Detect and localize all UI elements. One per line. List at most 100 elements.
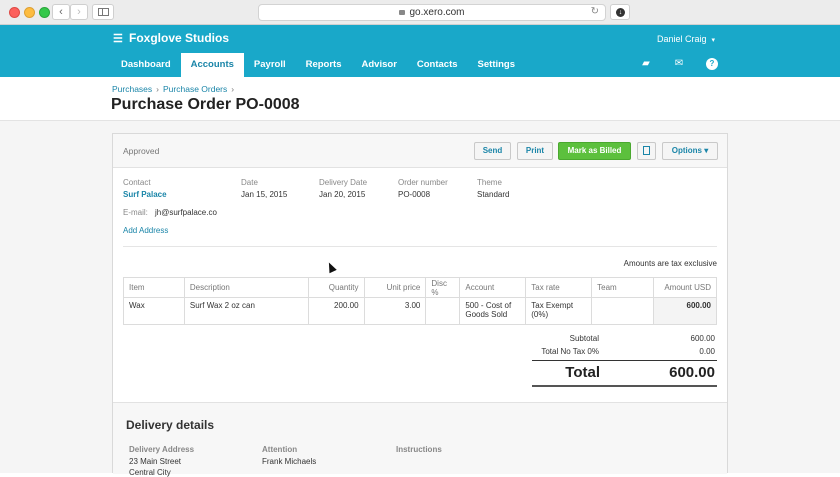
date-label: Date <box>241 178 258 187</box>
folder-icon[interactable]: ▰ <box>640 58 652 70</box>
forward-button[interactable]: › <box>70 4 88 20</box>
totals-divider <box>532 360 717 361</box>
tab-dashboard[interactable]: Dashboard <box>111 53 181 77</box>
delivery-date-value: Jan 20, 2015 <box>319 190 366 199</box>
total-label: Total <box>565 364 600 381</box>
email-value: jh@surfpalace.co <box>155 208 217 217</box>
tax-note: Amounts are tax exclusive <box>623 259 717 268</box>
col-quantity: Quantity <box>307 277 365 298</box>
delivery-address-label: Delivery Address <box>129 445 195 454</box>
cell-amount: 600.00 <box>653 297 717 325</box>
col-description: Description <box>183 277 309 298</box>
attention-value: Frank Michaels <box>262 457 317 466</box>
page-header: Purchases › Purchase Orders › Purchase Orde… <box>0 77 840 121</box>
caret-down-icon: ▾ <box>711 37 716 44</box>
mark-as-billed-button[interactable]: Mark as Billed <box>558 142 631 160</box>
options-button[interactable]: Options ▾ <box>662 142 718 160</box>
main-nav: Dashboard Accounts Payroll Reports Advis… <box>111 53 525 77</box>
cell-description[interactable]: Surf Wax 2 oz can <box>183 297 309 325</box>
cell-account[interactable]: 500 - Cost of Goods Sold <box>459 297 527 325</box>
cell-disc[interactable] <box>425 297 461 325</box>
cell-unit-price[interactable]: 3.00 <box>363 297 427 325</box>
divider <box>123 246 717 247</box>
chevron-right-icon: › <box>77 6 81 18</box>
help-icon[interactable]: ? <box>706 58 718 70</box>
attention-label: Attention <box>262 445 298 454</box>
minimize-window-button[interactable] <box>24 7 35 18</box>
order-number-value: PO-0008 <box>398 190 431 199</box>
mail-icon[interactable]: ✉ <box>673 58 685 70</box>
contact-link[interactable]: Surf Palace <box>123 190 167 199</box>
col-item: Item <box>123 277 185 298</box>
breadcrumb-separator: › <box>231 84 235 94</box>
download-icon: ↓ <box>616 8 625 17</box>
breadcrumb-purchases[interactable]: Purchases <box>112 84 152 94</box>
instructions-label: Instructions <box>396 445 442 454</box>
tab-settings[interactable]: Settings <box>468 53 525 77</box>
total-underline <box>532 385 717 387</box>
add-address-link[interactable]: Add Address <box>123 226 168 235</box>
zoom-window-button[interactable] <box>39 7 50 18</box>
col-amount: Amount USD <box>653 277 717 298</box>
delivery-details-title: Delivery details <box>126 418 215 432</box>
close-window-button[interactable] <box>9 7 20 18</box>
lock-icon <box>399 10 406 15</box>
col-team: Team <box>591 277 655 298</box>
breadcrumb: Purchases › Purchase Orders › <box>112 84 238 94</box>
col-account: Account <box>459 277 527 298</box>
org-switcher[interactable]: ☰ Foxglove Studios <box>113 31 229 45</box>
downloads-button[interactable]: ↓ <box>610 4 630 20</box>
send-button[interactable]: Send <box>474 142 511 160</box>
cell-quantity[interactable]: 200.00 <box>307 297 365 325</box>
browser-toolbar: ‹ › go.xero.com ↻ ↓ <box>0 0 840 25</box>
tax-rate-line: (0%) <box>531 310 549 319</box>
cell-team[interactable] <box>591 297 655 325</box>
tab-contacts[interactable]: Contacts <box>407 53 468 77</box>
col-disc: Disc % <box>425 277 461 298</box>
cell-item[interactable]: Wax <box>123 297 185 325</box>
status-label: Approved <box>123 146 160 156</box>
delivery-details-section: Delivery details Delivery Address 23 Mai… <box>113 402 727 477</box>
tax-total-value: 0.00 <box>699 347 715 356</box>
tab-advisor[interactable]: Advisor <box>352 53 407 77</box>
contact-label: Contact <box>123 178 151 187</box>
tax-rate-line: Tax Exempt <box>531 301 574 310</box>
email-label: E-mail: <box>123 208 148 217</box>
order-number-label: Order number <box>398 178 448 187</box>
cell-tax-rate[interactable]: Tax Exempt (0%) <box>525 297 593 325</box>
col-tax-rate: Tax rate <box>525 277 593 298</box>
theme-value: Standard <box>477 190 510 199</box>
table-row[interactable]: Wax Surf Wax 2 oz can 200.00 3.00 500 - … <box>123 297 717 325</box>
purchase-order-card: Approved Send Print Mark as Billed Optio… <box>112 133 728 477</box>
page-title: Purchase Order PO-0008 <box>111 96 300 113</box>
breadcrumb-purchase-orders[interactable]: Purchase Orders <box>163 84 227 94</box>
delivery-date-label: Delivery Date <box>319 178 368 187</box>
user-menu[interactable]: Daniel Craig ▾ <box>657 34 715 44</box>
tab-payroll[interactable]: Payroll <box>244 53 296 77</box>
po-toolbar: Approved Send Print Mark as Billed Optio… <box>113 134 727 168</box>
back-button[interactable]: ‹ <box>52 4 70 20</box>
app-header: ☰ Foxglove Studios Daniel Craig ▾ Dashboar… <box>0 25 840 77</box>
print-button[interactable]: Print <box>517 142 553 160</box>
chevron-left-icon: ‹ <box>59 6 63 18</box>
tab-accounts[interactable]: Accounts <box>180 53 244 77</box>
breadcrumb-separator: › <box>156 84 160 94</box>
total-value: 600.00 <box>669 364 715 381</box>
table-header-row: Item Description Quantity Unit price Dis… <box>123 277 717 298</box>
org-name: Foxglove Studios <box>129 31 230 45</box>
user-name: Daniel Craig <box>657 34 707 44</box>
copy-button[interactable] <box>637 142 656 160</box>
theme-label: Theme <box>477 178 502 187</box>
account-line: Goods Sold <box>465 310 508 319</box>
sidebar-icon <box>98 8 109 16</box>
line-items-table: Item Description Quantity Unit price Dis… <box>123 277 717 325</box>
copy-icon <box>643 146 650 155</box>
address-bar[interactable]: go.xero.com ↻ <box>258 4 606 21</box>
menu-icon: ☰ <box>113 33 123 45</box>
tab-reports[interactable]: Reports <box>296 53 352 77</box>
reload-icon[interactable]: ↻ <box>591 6 599 17</box>
subtotal-value: 600.00 <box>690 334 715 343</box>
account-line: 500 - Cost of <box>465 301 512 310</box>
tax-total-label: Total No Tax 0% <box>541 347 599 356</box>
sidebar-toggle-button[interactable] <box>92 4 114 20</box>
